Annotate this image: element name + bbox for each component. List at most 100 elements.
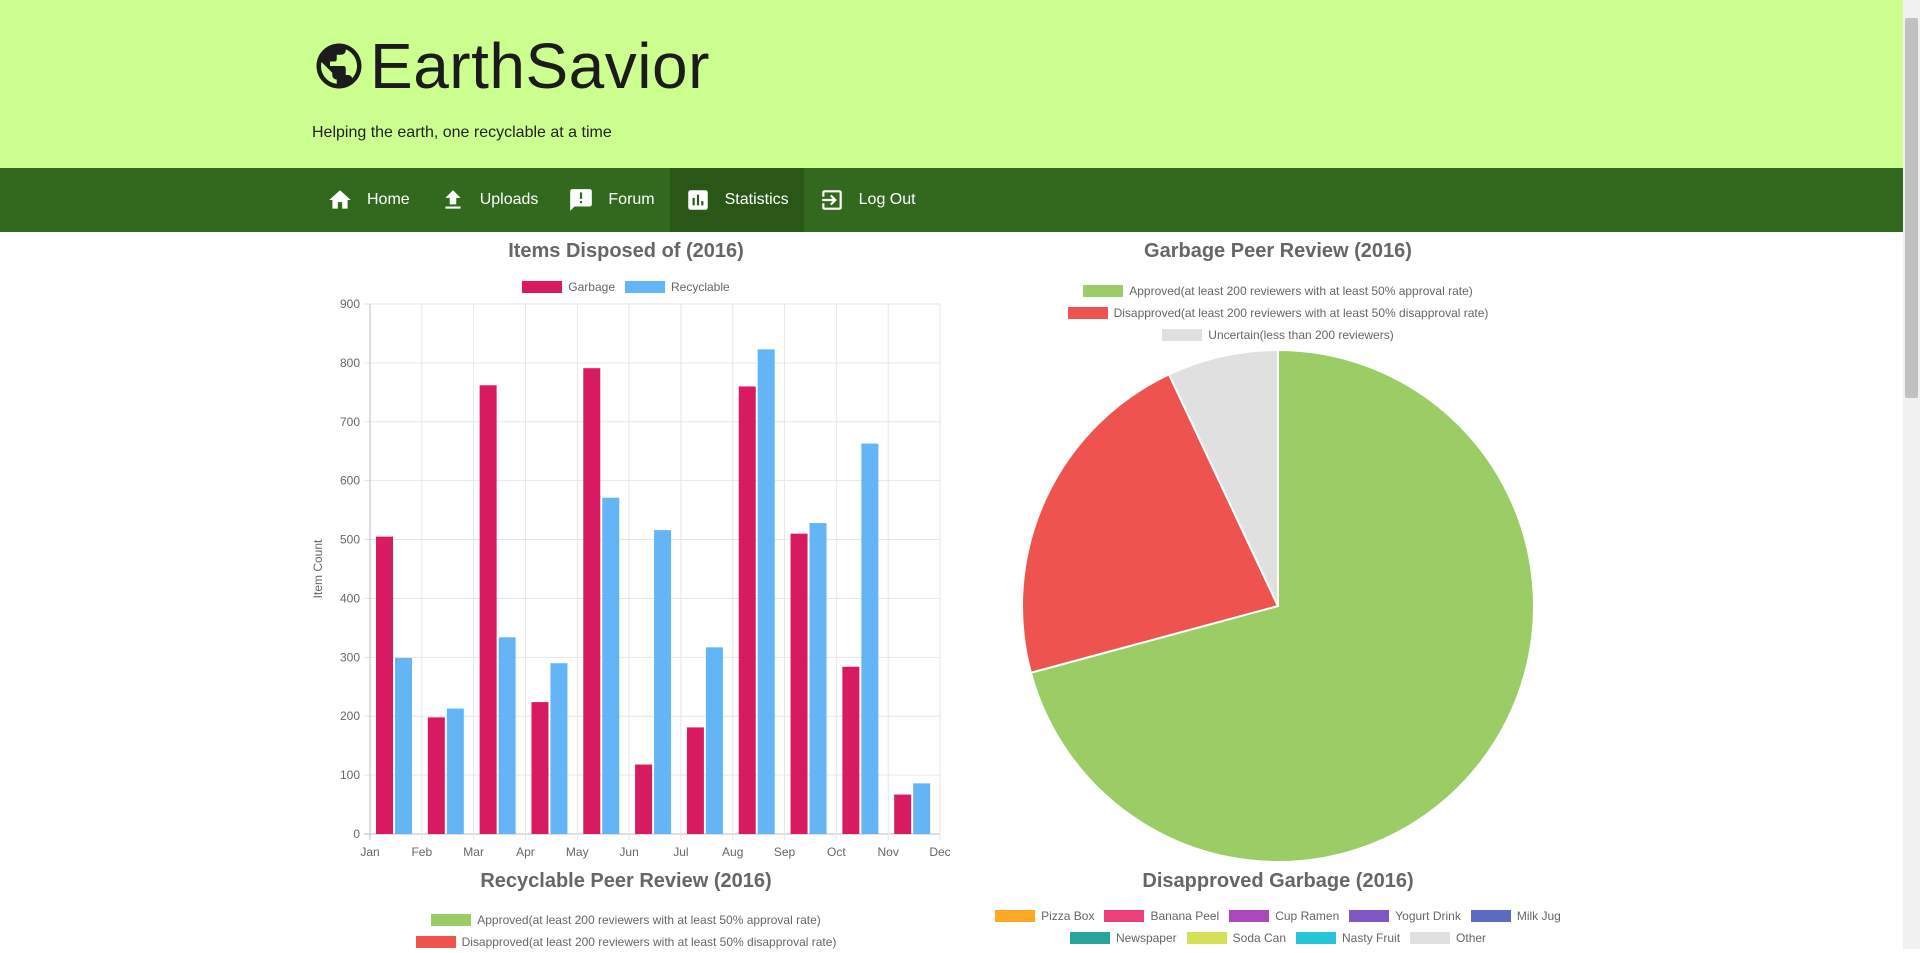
y-tick-label: 600 — [340, 474, 360, 488]
bar-recyclable-aug[interactable] — [757, 349, 775, 834]
legend-label: Garbage — [568, 280, 615, 294]
legend-swatch — [1162, 329, 1203, 341]
bar-recyclable-sep[interactable] — [809, 523, 827, 834]
legend-item-approved[interactable]: Approved(at least 200 reviewers with at … — [960, 280, 1596, 302]
nav-item-uploads[interactable]: Uploads — [425, 168, 554, 232]
bar-chart-title: Items Disposed of (2016) — [508, 240, 744, 262]
recyclable-pie-legend: Approved(at least 200 reviewers with at … — [312, 909, 940, 953]
bar-recyclable-apr[interactable] — [550, 663, 568, 834]
legend-item-disapproved[interactable]: Disapproved(at least 200 reviewers with … — [960, 302, 1596, 324]
legend-swatch — [625, 281, 665, 293]
x-tick-label: Feb — [411, 845, 432, 859]
x-tick-label: Aug — [722, 845, 743, 859]
x-tick-label: Jul — [673, 845, 688, 859]
legend-label: Milk Jug — [1516, 909, 1561, 923]
y-tick-label: 500 — [340, 533, 360, 547]
nav-item-label: Home — [367, 191, 410, 208]
bar-chart-icon — [687, 190, 708, 210]
legend-swatch — [1296, 932, 1337, 944]
legend-swatch — [1186, 932, 1227, 944]
legend-label: Soda Can — [1232, 931, 1287, 945]
y-tick-label: 0 — [353, 827, 360, 841]
globe-icon — [316, 43, 362, 89]
legend-item-other[interactable]: Other — [1410, 931, 1486, 945]
bar-recyclable-nov[interactable] — [913, 783, 931, 834]
legend-item-milk-jug[interactable]: Milk Jug — [1470, 909, 1561, 923]
nav-item-logout[interactable]: Log Out — [804, 168, 931, 232]
bar-garbage-apr[interactable] — [531, 702, 549, 834]
bar-garbage-mar[interactable] — [479, 385, 497, 834]
legend-label: Pizza Box — [1041, 909, 1095, 923]
bar-garbage-aug[interactable] — [738, 386, 756, 834]
garbage-pie-chart — [1021, 348, 1535, 863]
brand[interactable]: EarthSavior — [312, 30, 710, 102]
disapproved-garbage-title: Disapproved Garbage (2016) — [1142, 870, 1414, 892]
bar-recyclable-feb[interactable] — [446, 708, 464, 834]
x-tick-label: Oct — [827, 845, 846, 859]
legend-swatch — [1104, 910, 1145, 922]
legend-item-uncertain[interactable]: Uncertain(less than 200 reviewers) — [960, 324, 1596, 346]
legend-label: Banana Peel — [1150, 909, 1220, 923]
bar-garbage-sep[interactable] — [790, 533, 808, 834]
scrollbar-thumb[interactable] — [1905, 18, 1918, 398]
nav-item-statistics[interactable]: Statistics — [669, 168, 804, 232]
legend-swatch — [1067, 307, 1108, 319]
tagline: Helping the earth, one recyclable at a t… — [312, 124, 612, 141]
garbage-pie-title: Garbage Peer Review (2016) — [1144, 240, 1412, 262]
logout-icon — [821, 190, 842, 210]
legend-swatch — [1349, 910, 1390, 922]
legend-label: Cup Ramen — [1275, 909, 1340, 923]
legend-item-yogurt-drink[interactable]: Yogurt Drink — [1349, 909, 1461, 923]
legend-item-recyclable[interactable]: Recyclable — [625, 280, 730, 294]
disapproved-legend-row-2: Newspaper Soda Can Nasty Fruit Other — [960, 931, 1596, 945]
legend-item-cup-ramen[interactable]: Cup Ramen — [1229, 909, 1339, 923]
legend-label: Recyclable — [671, 280, 730, 294]
x-tick-label: Jun — [619, 845, 638, 859]
recyclable-pie-title: Recyclable Peer Review (2016) — [480, 870, 772, 892]
legend-item-banana-peel[interactable]: Banana Peel — [1104, 909, 1219, 923]
bar-recyclable-may[interactable] — [602, 497, 620, 834]
bar-garbage-jun[interactable] — [635, 764, 653, 834]
legend-swatch — [1410, 932, 1451, 944]
bar-garbage-jul[interactable] — [686, 727, 704, 834]
bar-recyclable-mar[interactable] — [498, 637, 516, 834]
bar-garbage-jan[interactable] — [376, 536, 393, 834]
y-tick-label: 900 — [340, 297, 360, 311]
legend-swatch — [1229, 910, 1270, 922]
x-tick-label: May — [566, 845, 589, 859]
x-tick-label: Sep — [774, 845, 796, 859]
legend-label: Disapproved(at least 200 reviewers with … — [461, 935, 837, 949]
legend-swatch — [995, 910, 1036, 922]
x-tick-label: Jan — [360, 845, 379, 859]
bar-garbage-nov[interactable] — [894, 794, 912, 834]
page-scrollbar[interactable] — [1903, 0, 1920, 949]
legend-label: Yogurt Drink — [1395, 909, 1461, 923]
nav-item-label: Statistics — [724, 191, 789, 208]
y-tick-label: 700 — [340, 415, 360, 429]
legend-label: Approved(at least 200 reviewers with at … — [1129, 284, 1473, 298]
legend-item-soda-can[interactable]: Soda Can — [1186, 931, 1287, 945]
legend-item-approved[interactable]: Approved(at least 200 reviewers with at … — [312, 909, 940, 931]
legend-item-disapproved[interactable]: Disapproved(at least 200 reviewers with … — [312, 931, 940, 953]
x-tick-label: Mar — [463, 845, 484, 859]
bar-recyclable-oct[interactable] — [861, 443, 879, 834]
legend-item-nasty-fruit[interactable]: Nasty Fruit — [1296, 931, 1400, 945]
app-header: EarthSavior Helping the earth, one recyc… — [0, 0, 1903, 168]
bar-recyclable-jul[interactable] — [705, 647, 723, 834]
bar-recyclable-jan[interactable] — [395, 657, 412, 834]
bar-garbage-feb[interactable] — [427, 717, 445, 834]
bar-chart-legend: Garbage Recyclable — [312, 280, 940, 294]
legend-swatch — [1083, 285, 1124, 297]
bar-recyclable-jun[interactable] — [654, 530, 672, 834]
legend-item-garbage[interactable]: Garbage — [522, 280, 615, 294]
bar-garbage-oct[interactable] — [842, 666, 860, 834]
legend-item-newspaper[interactable]: Newspaper — [1069, 931, 1177, 945]
legend-item-pizza-box[interactable]: Pizza Box — [995, 909, 1094, 923]
bar-garbage-may[interactable] — [583, 368, 601, 834]
disapproved-legend-row-1: Pizza Box Banana Peel Cup Ramen Yogurt D… — [960, 909, 1596, 923]
nav-item-home[interactable]: Home — [312, 168, 425, 232]
nav-item-forum[interactable]: Forum — [553, 168, 669, 232]
legend-swatch — [431, 914, 472, 926]
legend-label: Approved(at least 200 reviewers with at … — [477, 913, 821, 927]
y-axis-label: Item Count — [311, 539, 325, 598]
